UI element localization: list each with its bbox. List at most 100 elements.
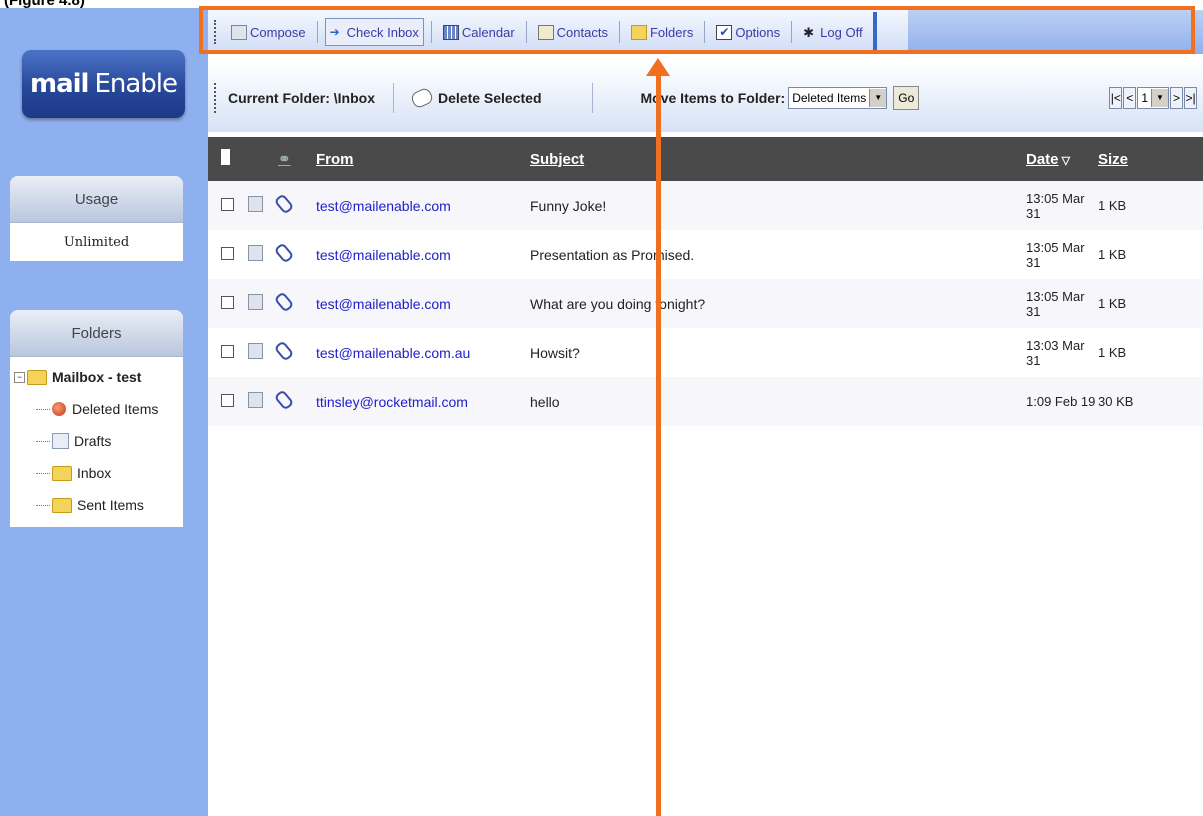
check-inbox-button[interactable]: ➔ Check Inbox	[324, 18, 424, 46]
checkbox-icon: ✔	[716, 24, 733, 40]
folders-button[interactable]: Folders	[627, 19, 697, 45]
message-size: 30 KB	[1098, 394, 1134, 409]
options-button[interactable]: ✔ Options	[712, 19, 784, 45]
folders-label: Folders	[649, 24, 694, 40]
message-icon	[248, 392, 263, 408]
message-from[interactable]: test@mailenable.com	[316, 296, 451, 312]
folder-icon	[52, 465, 72, 481]
usage-value: Unlimited	[63, 234, 130, 250]
move-folder-value: Deleted Items	[792, 91, 867, 105]
sort-desc-icon: ▽	[1058, 154, 1071, 167]
folder-root[interactable]: − Mailbox - test	[14, 361, 183, 393]
list-header: ⚭ From Subject Date ▽ Size	[208, 137, 1203, 181]
message-size: 1 KB	[1098, 345, 1127, 360]
go-button[interactable]: Go	[893, 86, 920, 110]
message-size: 1 KB	[1098, 198, 1127, 213]
row-checkbox[interactable]	[221, 344, 234, 358]
message-date: 13:05 Mar 31	[1026, 288, 1085, 319]
message-icon	[248, 245, 263, 261]
delete-selected-label: Delete Selected	[438, 90, 542, 106]
chevron-down-icon[interactable]: ▼	[1151, 89, 1168, 107]
arrow-line	[656, 74, 661, 816]
move-items-label: Move Items to Folder:	[640, 90, 786, 106]
message-subject[interactable]: Howsit?	[530, 345, 580, 361]
message-subject[interactable]: Funny Joke!	[530, 198, 606, 214]
message-row[interactable]: test@mailenable.com What are you doing to…	[208, 279, 1203, 328]
folder-icon	[630, 24, 647, 40]
message-icon	[248, 196, 263, 212]
page-number: 1	[1141, 91, 1148, 105]
next-page-button[interactable]: >	[1170, 87, 1183, 109]
log-off-button[interactable]: ✱ Log Off	[799, 19, 866, 45]
folder-label: Inbox	[77, 465, 112, 481]
compose-button[interactable]: Compose	[227, 19, 310, 45]
folder-label: Drafts	[74, 433, 112, 449]
calendar-button[interactable]: Calendar	[439, 19, 519, 45]
attachment-header-icon: ⚭	[278, 151, 291, 168]
logo-enable: Enable	[94, 69, 178, 99]
pager: |< < 1 ▼ > >|	[1108, 87, 1197, 109]
message-from[interactable]: test@mailenable.com	[316, 247, 451, 263]
message-from[interactable]: ttinsley@rocketmail.com	[316, 394, 468, 410]
mailenable-logo: mail Enable	[22, 50, 185, 118]
message-from[interactable]: test@mailenable.com	[316, 198, 451, 214]
mailbox-folder-icon	[27, 369, 47, 385]
collapse-icon[interactable]: −	[14, 371, 25, 383]
current-folder: Current Folder: \Inbox	[228, 90, 375, 106]
toolbar-grip[interactable]	[214, 20, 220, 44]
folders-panel: Folders − Mailbox - test Deleted Items D…	[10, 310, 183, 527]
subject-header[interactable]: Subject	[530, 151, 584, 168]
first-page-button[interactable]: |<	[1109, 87, 1123, 109]
options-label: Options	[735, 24, 781, 40]
size-header[interactable]: Size	[1098, 151, 1128, 168]
usage-panel: Usage Unlimited	[10, 176, 183, 261]
row-checkbox[interactable]	[221, 246, 234, 260]
message-row[interactable]: test@mailenable.com Presentation as Promi…	[208, 230, 1203, 279]
calendar-icon	[442, 24, 459, 40]
message-row[interactable]: test@mailenable.com Funny Joke! 13:05 Mar …	[208, 181, 1203, 230]
contacts-button[interactable]: Contacts	[534, 19, 612, 45]
toolbar-grip[interactable]	[214, 83, 220, 113]
message-subject[interactable]: Presentation as Promised.	[530, 247, 694, 263]
move-folder-select[interactable]: Deleted Items ▼	[788, 87, 888, 109]
message-rows: test@mailenable.com Funny Joke! 13:05 Mar …	[208, 181, 1203, 426]
message-date: 13:05 Mar 31	[1026, 190, 1085, 221]
delete-selected-button[interactable]: Delete Selected	[409, 86, 542, 110]
sidebar: mail Enable Usage Unlimited Folders − Mai…	[0, 8, 208, 816]
folder-inbox[interactable]: Inbox	[14, 457, 183, 489]
folder-drafts[interactable]: Drafts	[14, 425, 183, 457]
message-from[interactable]: test@mailenable.com.au	[316, 345, 470, 361]
folder-deleted-items[interactable]: Deleted Items	[14, 393, 183, 425]
row-checkbox[interactable]	[221, 393, 234, 407]
chevron-down-icon[interactable]: ▼	[869, 89, 887, 107]
folder-sent-items[interactable]: Sent Items	[14, 489, 183, 521]
message-row[interactable]: test@mailenable.com.au Howsit? 13:03 Mar 3…	[208, 328, 1203, 377]
compose-label: Compose	[250, 24, 306, 40]
check-inbox-label: Check Inbox	[346, 24, 419, 40]
refresh-icon: ➔	[329, 24, 340, 39]
message-row[interactable]: ttinsley@rocketmail.com hello 1:09 Feb 19 3…	[208, 377, 1203, 426]
compose-icon	[231, 24, 247, 40]
folder-toolbar: Current Folder: \Inbox Delete Selected M…	[208, 64, 1203, 132]
last-page-button[interactable]: >|	[1184, 87, 1197, 109]
message-size: 1 KB	[1098, 247, 1127, 262]
message-date: 13:03 Mar 31	[1026, 337, 1085, 368]
folders-title: Folders	[10, 310, 183, 357]
logo-mail: mail	[29, 69, 89, 99]
message-icon	[248, 343, 263, 359]
select-all-checkbox[interactable]	[221, 149, 230, 165]
from-header[interactable]: From	[316, 151, 354, 168]
folder-tree: − Mailbox - test Deleted Items Drafts In…	[10, 357, 183, 527]
message-subject[interactable]: What are you doing tonight?	[530, 296, 705, 312]
message-icon	[248, 294, 263, 310]
message-list: ⚭ From Subject Date ▽ Size test@mailenab…	[208, 137, 1203, 426]
row-checkbox[interactable]	[221, 197, 234, 211]
prev-page-button[interactable]: <	[1123, 87, 1137, 109]
contacts-icon	[537, 24, 554, 40]
eraser-icon	[409, 86, 435, 110]
date-header[interactable]: Date	[1026, 151, 1059, 168]
row-checkbox[interactable]	[221, 295, 234, 309]
message-subject[interactable]: hello	[530, 394, 560, 410]
log-off-icon: ✱	[803, 24, 815, 40]
page-select[interactable]: 1 ▼	[1137, 87, 1169, 109]
